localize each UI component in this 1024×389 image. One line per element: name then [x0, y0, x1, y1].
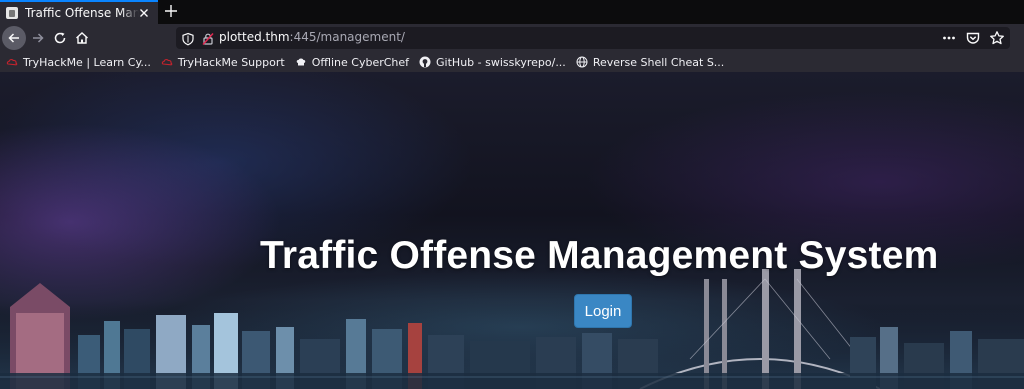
- plus-icon[interactable]: [162, 2, 180, 20]
- arrow-right-icon[interactable]: [26, 26, 50, 50]
- bookmark-label: GitHub - swisskyrepo/...: [436, 55, 566, 69]
- bookmark-github-swisskyrepo[interactable]: GitHub - swisskyrepo/...: [419, 56, 566, 69]
- url-actions: [940, 29, 1006, 47]
- city-skyline-image: [0, 269, 1024, 389]
- url-path: :445/management/: [289, 30, 405, 44]
- github-icon: [419, 56, 431, 68]
- tab-strip: Traffic Offense Management System: [0, 0, 1024, 24]
- bookmark-reverse-shell[interactable]: Reverse Shell Cheat S...: [576, 56, 724, 69]
- pocket-icon[interactable]: [964, 29, 982, 47]
- bookmark-tryhackme-learn[interactable]: TryHackMe | Learn Cy...: [6, 56, 151, 69]
- nav-toolbar: plotted.thm:445/management/: [0, 24, 1024, 52]
- url-host: plotted.thm: [219, 30, 290, 44]
- more-icon[interactable]: [940, 29, 958, 47]
- globe-icon: [576, 56, 588, 68]
- star-icon[interactable]: [988, 29, 1006, 47]
- bookmark-label: TryHackMe | Learn Cy...: [23, 55, 151, 69]
- bookmark-label: Offline CyberChef: [311, 55, 410, 69]
- bookmarks-bar: TryHackMe | Learn Cy... TryHackMe Suppor…: [0, 52, 1024, 72]
- login-button[interactable]: Login: [574, 294, 632, 328]
- tryhackme-icon: [6, 56, 18, 68]
- reload-icon[interactable]: [48, 26, 72, 50]
- url-text[interactable]: plotted.thm:445/management/: [219, 30, 405, 44]
- arrow-left-icon[interactable]: [2, 26, 26, 50]
- insecure-lock-icon[interactable]: [201, 31, 215, 50]
- url-bar[interactable]: plotted.thm:445/management/: [176, 27, 1010, 49]
- page-title: Traffic Offense Management System: [260, 234, 939, 277]
- home-icon[interactable]: [70, 26, 94, 50]
- tab-title: Traffic Offense Management System: [25, 6, 139, 20]
- chef-hat-icon: [295, 56, 307, 68]
- close-icon[interactable]: [136, 5, 152, 21]
- bookmark-label: Reverse Shell Cheat S...: [592, 55, 725, 69]
- bookmark-offline-cyberchef[interactable]: Offline CyberChef: [295, 56, 409, 69]
- bookmark-label: TryHackMe Support: [177, 55, 285, 69]
- browser-tab[interactable]: Traffic Offense Management System: [0, 0, 158, 24]
- tryhackme-icon: [161, 56, 173, 68]
- bookmark-tryhackme-support[interactable]: TryHackMe Support: [161, 56, 285, 69]
- hero-section: Traffic Offense Management System Login: [0, 72, 1024, 389]
- page-icon: [6, 7, 18, 19]
- shield-icon[interactable]: [181, 31, 195, 50]
